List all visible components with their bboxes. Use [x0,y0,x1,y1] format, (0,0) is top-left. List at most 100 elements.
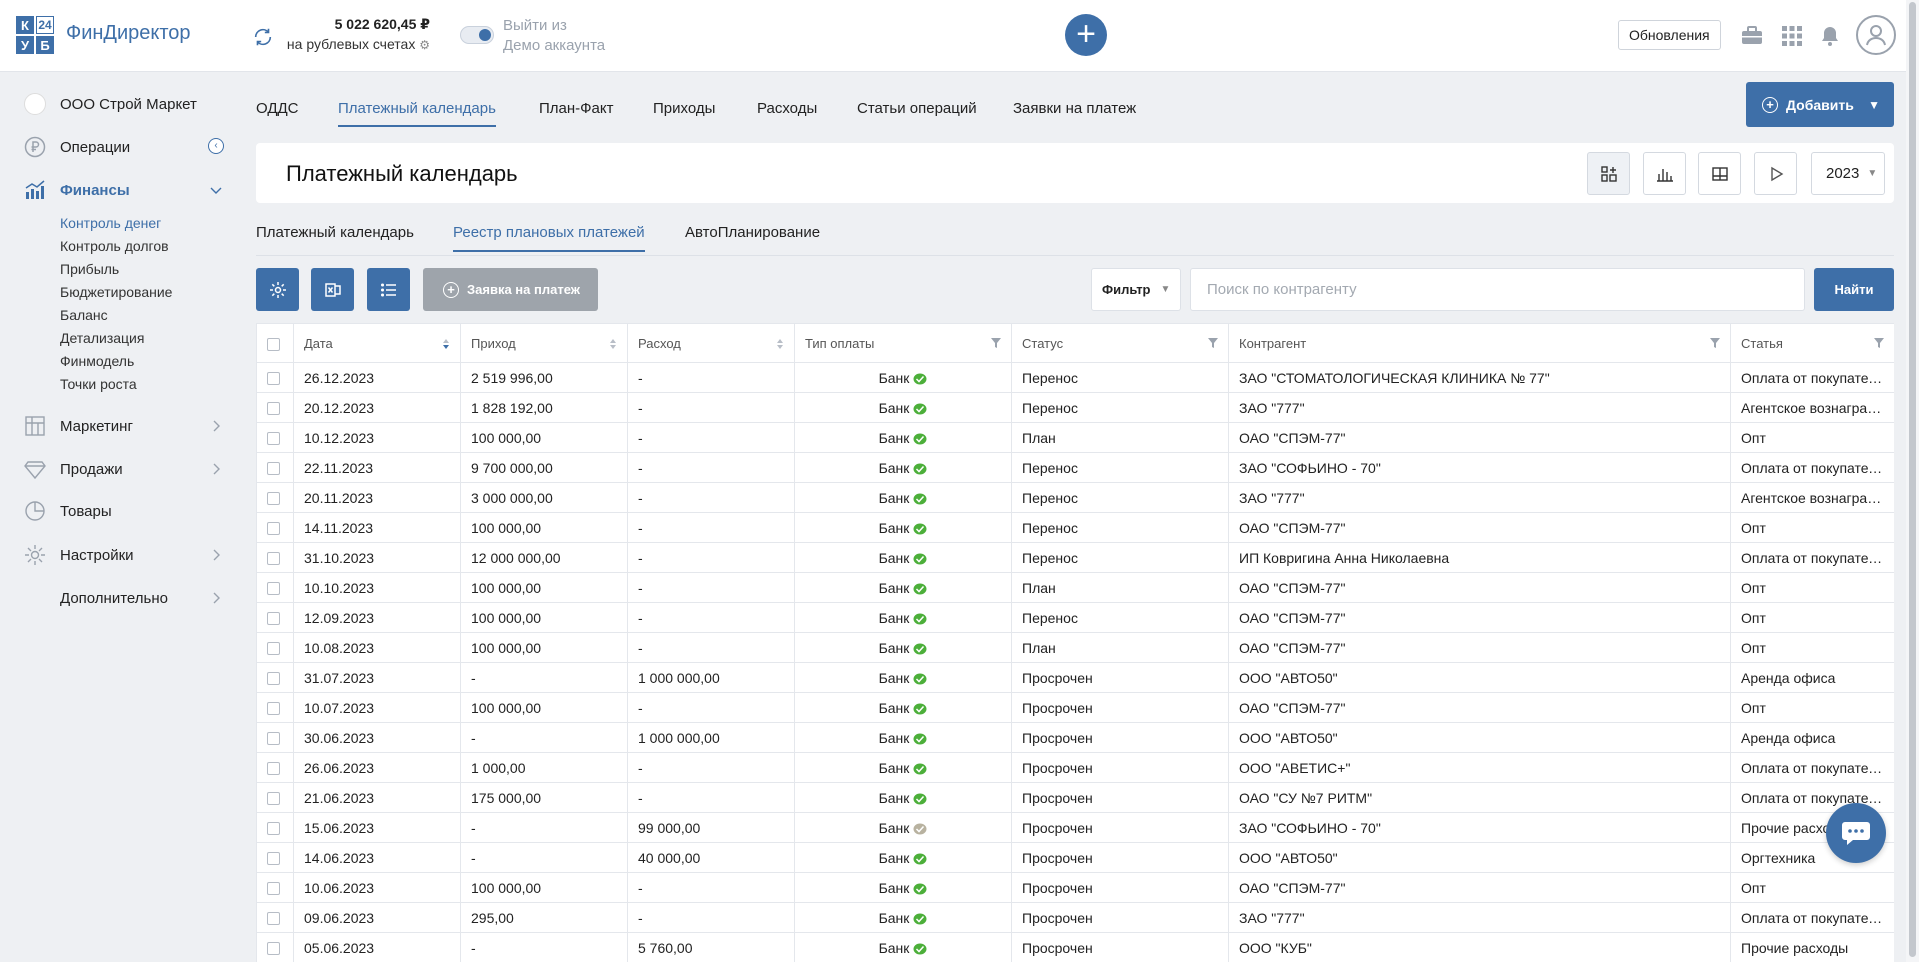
subtab-payment-calendar[interactable]: Платежный календарь [256,224,414,250]
year-select[interactable]: 2023 ▼ [1811,152,1885,195]
tab-operation-articles[interactable]: Статьи операций [857,100,977,125]
tab-plan-fact[interactable]: План-Факт [539,100,614,125]
apps-grid-icon[interactable] [1780,24,1804,48]
sidebar-sub-balance[interactable]: Баланс [60,307,108,323]
list-view-button[interactable] [367,268,410,311]
sidebar-collapse-button[interactable]: ‹ [208,138,224,154]
row-checkbox[interactable] [267,672,280,686]
tab-expenses[interactable]: Расходы [757,100,817,125]
sidebar-item-finance[interactable]: Финансы [24,178,130,202]
table-row[interactable]: 20.12.2023 1 828 192,00- Банк Перенос ЗАО "7… [256,392,1894,423]
sidebar-sub-debt-control[interactable]: Контроль долгов [60,238,169,254]
chevron-right-icon[interactable] [210,549,222,561]
select-all-checkbox[interactable] [267,337,280,351]
chevron-right-icon[interactable] [210,592,222,604]
row-checkbox[interactable] [267,912,280,926]
row-checkbox[interactable] [267,852,280,866]
table-row[interactable]: 10.08.2023 100 000,00- Банк План ОАО "СПЭМ-7… [256,632,1894,663]
row-checkbox[interactable] [267,552,280,566]
demo-toggle[interactable] [460,26,494,44]
view-table-button[interactable] [1587,152,1630,195]
table-settings-button[interactable] [256,268,299,311]
sidebar-sub-budgeting[interactable]: Бюджетирование [60,284,172,300]
view-book-button[interactable] [1698,152,1741,195]
app-logo[interactable]: К 24 У Б [16,16,54,54]
column-header-article[interactable]: Статья [1730,323,1894,363]
table-row[interactable]: 14.06.2023-40 000,00 Банк Просрочен ООО "АВ… [256,842,1894,873]
chat-support-button[interactable] [1826,803,1886,863]
subtab-autoplanning[interactable]: АвтоПланирование [685,224,820,250]
row-checkbox[interactable] [267,732,280,746]
filter-icon[interactable] [991,338,1001,348]
filter-icon[interactable] [1710,338,1720,348]
chevron-right-icon[interactable] [210,463,222,475]
table-row[interactable]: 30.06.2023-1 000 000,00 Банк Просрочен ООО … [256,722,1894,753]
add-dropdown-button[interactable]: + Добавить ▼ [1746,82,1894,127]
filter-dropdown[interactable]: Фильтр ▼ [1091,268,1181,311]
table-row[interactable]: 21.06.2023 175 000,00- Банк Просрочен ОАО "С… [256,782,1894,813]
row-checkbox[interactable] [267,882,280,896]
column-header-expense[interactable]: Расход [627,323,795,363]
payment-request-button[interactable]: + Заявка на платеж [423,268,598,311]
row-checkbox[interactable] [267,492,280,506]
row-checkbox[interactable] [267,372,280,386]
play-video-button[interactable] [1754,152,1797,195]
sidebar-item-settings[interactable]: Настройки [24,543,134,567]
column-header-income[interactable]: Приход [460,323,628,363]
sidebar-item-additional[interactable]: Дополнительно [24,586,168,610]
table-row[interactable]: 22.11.2023 9 700 000,00- Банк Перенос ЗАО "С… [256,452,1894,483]
sort-icon[interactable] [776,338,784,350]
row-checkbox[interactable] [267,582,280,596]
column-header-payment-type[interactable]: Тип оплаты [794,323,1012,363]
settings-small-icon[interactable]: ⚙ [419,38,430,52]
column-header-date[interactable]: Дата [293,323,461,363]
table-row[interactable]: 10.07.2023 100 000,00- Банк Просрочен ОАО "С… [256,692,1894,723]
table-row[interactable]: 26.06.2023 1 000,00- Банк Просрочен ООО "АВЕ… [256,752,1894,783]
table-row[interactable]: 15.06.2023-99 000,00 Банк Просрочен ЗАО "СО… [256,812,1894,843]
sidebar-item-goods[interactable]: Товары [24,499,112,523]
view-chart-button[interactable] [1643,152,1686,195]
sidebar-item-marketing[interactable]: Маркетинг [24,414,133,438]
sidebar-sub-profit[interactable]: Прибыль [60,261,119,277]
row-checkbox[interactable] [267,522,280,536]
table-row[interactable]: 31.10.2023 12 000 000,00- Банк Перенос ИП Ко… [256,542,1894,573]
counterparty-search-input[interactable] [1190,268,1805,311]
table-row[interactable]: 12.09.2023 100 000,00- Банк Перенос ОАО "СПЭ… [256,602,1894,633]
tab-income[interactable]: Приходы [653,100,715,125]
tab-payment-calendar[interactable]: Платежный календарь [338,100,496,127]
table-row[interactable]: 10.12.2023 100 000,00- Банк План ОАО "СПЭМ-7… [256,422,1894,453]
sidebar-sub-detailing[interactable]: Детализация [60,330,144,346]
table-row[interactable]: 26.12.2023 2 519 996,00- Банк Перенос ЗАО "С… [256,362,1894,393]
sidebar-sub-money-control[interactable]: Контроль денег [60,215,161,231]
sidebar-sub-finmodel[interactable]: Финмодель [60,353,134,369]
page-scrollbar[interactable] [1906,0,1919,962]
filter-icon[interactable] [1208,338,1218,348]
export-excel-button[interactable] [311,268,354,311]
updates-button[interactable]: Обновления [1618,20,1721,50]
table-row[interactable]: 05.06.2023-5 760,00 Банк Просрочен ООО "КУБ… [256,932,1894,962]
table-row[interactable]: 14.11.2023 100 000,00- Банк Перенос ОАО "СПЭ… [256,512,1894,543]
sidebar-item-operations[interactable]: Операции [24,135,130,159]
quick-add-button[interactable]: + [1065,14,1107,56]
column-header-status[interactable]: Статус [1011,323,1229,363]
bell-icon[interactable] [1818,24,1842,48]
sidebar-sub-growth-points[interactable]: Точки роста [60,376,137,392]
chevron-down-icon[interactable] [210,184,222,196]
table-row[interactable]: 20.11.2023 3 000 000,00- Банк Перенос ЗАО "7… [256,482,1894,513]
row-checkbox[interactable] [267,942,280,956]
tab-payment-requests[interactable]: Заявки на платеж [1013,100,1136,125]
filter-icon[interactable] [1874,338,1884,348]
row-checkbox[interactable] [267,432,280,446]
row-checkbox[interactable] [267,612,280,626]
row-checkbox[interactable] [267,462,280,476]
sidebar-item-sales[interactable]: Продажи [24,457,123,481]
subtab-planned-payments-registry[interactable]: Реестр плановых платежей [453,224,645,252]
account-balance[interactable]: 5 022 620,45 ₽ на рублевых счетах ⚙ [280,16,430,52]
table-row[interactable]: 31.07.2023-1 000 000,00 Банк Просрочен ООО … [256,662,1894,693]
scrollbar-thumb[interactable] [1909,2,1916,957]
tab-odds[interactable]: ОДДС [256,100,299,125]
table-row[interactable]: 10.06.2023 100 000,00- Банк Просрочен ОАО "С… [256,872,1894,903]
sort-icon[interactable] [442,338,450,350]
row-checkbox[interactable] [267,792,280,806]
user-avatar[interactable] [1856,15,1896,55]
